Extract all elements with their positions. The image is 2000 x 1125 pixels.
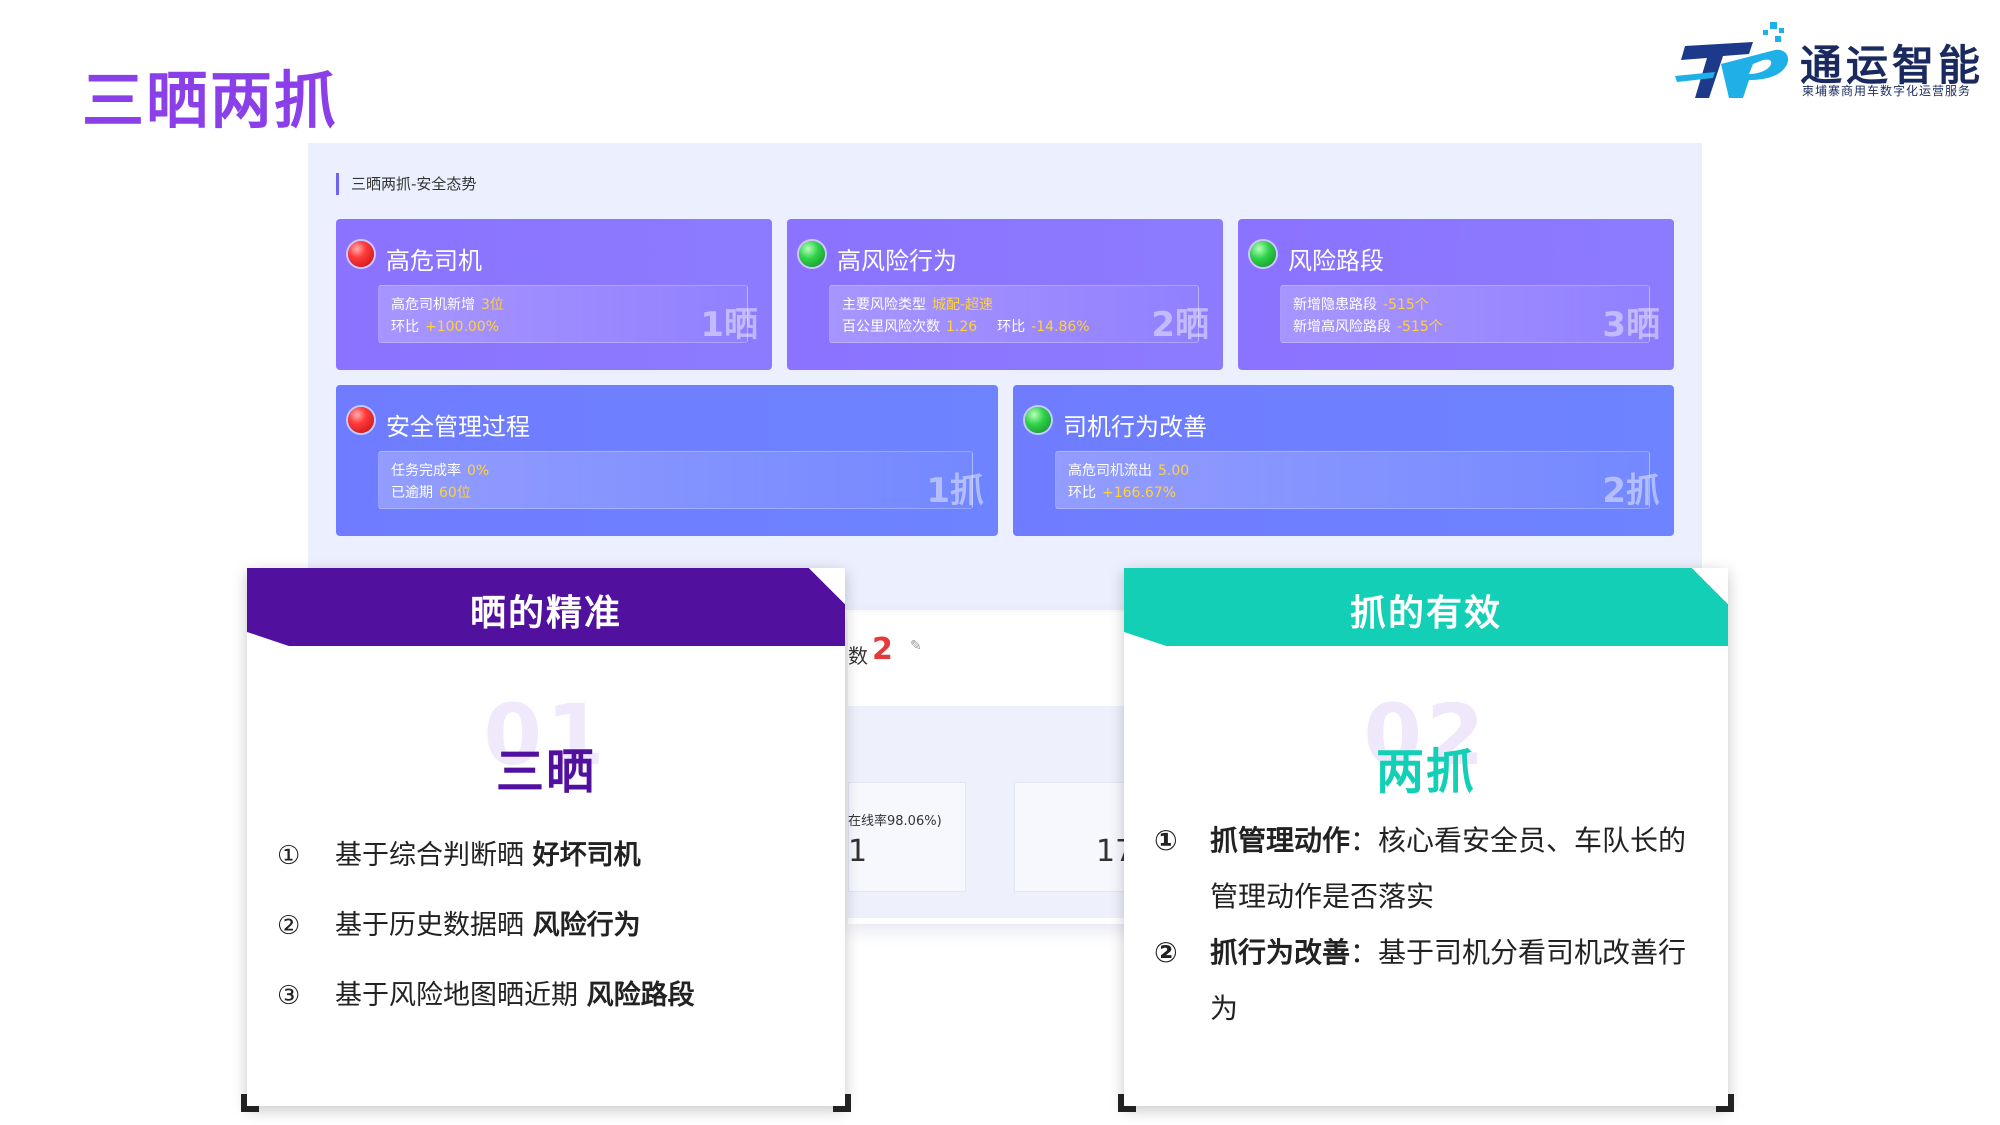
corner-bracket xyxy=(1118,1094,1136,1112)
page-title: 三晒两抓 xyxy=(82,64,339,137)
card-name: 高危司机 xyxy=(386,247,482,275)
card-safety-management[interactable]: 安全管理过程 任务完成率 0% 已逾期 60位 1抓 xyxy=(336,385,998,536)
metric-value: -515个 xyxy=(1383,297,1429,313)
metric-label: 环比 xyxy=(1068,485,1096,501)
item-text: 基于风险地图晒近期 xyxy=(335,980,587,1011)
panel-header-text: 晒的精准 xyxy=(469,593,622,634)
card-metrics: 新增隐患路段 -515个 新增高风险路段 -515个 xyxy=(1280,285,1650,343)
card-name: 司机行为改善 xyxy=(1063,413,1207,441)
panel-header-text: 抓的有效 xyxy=(1349,593,1502,634)
metric-value: 0% xyxy=(467,463,490,479)
safety-dashboard-screenshot: 三晒两抓-安全态势 高危司机 高危司机新增 3位 环比 +100.00% 1晒 高风… xyxy=(308,143,1702,610)
item-number: ② xyxy=(1154,936,1178,969)
list-item: ① 抓管理动作：核心看安全员、车队长的管理动作是否落实 xyxy=(1154,813,1694,925)
panel-header: 抓的有效 xyxy=(1124,568,1728,646)
card-step-label: 2抓 xyxy=(1602,471,1660,511)
metric-value: 城配-超速 xyxy=(932,297,994,313)
status-green-icon xyxy=(1250,241,1276,267)
dashboard-section-title: 三晒两抓-安全态势 xyxy=(336,173,476,195)
item-bold: 风险行为 xyxy=(532,910,641,941)
edit-icon[interactable]: ✎ xyxy=(910,638,922,654)
list-item: ③ 基于风险地图晒近期 风险路段 xyxy=(277,973,695,1012)
metric-label: 新增高风险路段 xyxy=(1293,319,1391,335)
item-number: ① xyxy=(277,841,301,871)
metric-label: 百公里风险次数 xyxy=(842,319,940,335)
list-item: ① 基于综合判断晒 好坏司机 xyxy=(277,833,641,872)
metric-value: +166.67% xyxy=(1102,485,1177,501)
metric-value: 3位 xyxy=(481,297,504,313)
metric-label: 高危司机流出 xyxy=(1068,463,1152,479)
panel-zhua: 抓的有效 02 两抓 ① 抓管理动作：核心看安全员、车队长的管理动作是否落实 ②… xyxy=(1118,568,1734,1112)
item-number: ③ xyxy=(277,981,301,1011)
item-bold: 抓管理动作 xyxy=(1210,824,1351,857)
card-name: 风险路段 xyxy=(1288,247,1384,275)
item-bold: 风险路段 xyxy=(586,980,695,1011)
panel-title: 两抓 xyxy=(1375,744,1476,800)
logo-mark-icon xyxy=(1675,22,1789,98)
list-item: ② 抓行为改善：基于司机分看司机改善行为 xyxy=(1154,925,1694,1037)
panel-shai: 晒的精准 01 三晒 ① 基于综合判断晒 好坏司机 ② 基于历史数据晒 风险行为 ③… xyxy=(241,568,851,1112)
card-step-label: 1抓 xyxy=(926,471,984,511)
metric-value: 5.00 xyxy=(1158,463,1190,479)
status-green-icon xyxy=(1025,407,1051,433)
card-step-label: 3晒 xyxy=(1602,305,1660,345)
card-name: 安全管理过程 xyxy=(386,413,530,441)
card-metrics: 高危司机流出 5.00 环比 +166.67% xyxy=(1055,451,1650,509)
count-value: 2 xyxy=(872,632,893,667)
item-bold: 抓行为改善 xyxy=(1210,936,1351,969)
metric-value: +100.00% xyxy=(425,319,500,335)
metric-value: -14.86% xyxy=(1031,319,1090,335)
card-step-label: 2晒 xyxy=(1151,305,1209,345)
card-driver-improvement[interactable]: 司机行为改善 高危司机流出 5.00 环比 +166.67% 2抓 xyxy=(1013,385,1674,536)
item-number: ① xyxy=(1154,824,1178,857)
card-metrics: 任务完成率 0% 已逾期 60位 xyxy=(378,451,973,509)
card-name: 高风险行为 xyxy=(837,247,957,275)
panel-title: 三晒 xyxy=(495,744,596,800)
corner-bracket xyxy=(241,1094,259,1112)
partial-dashboard-screenshot: 数 2 ✎ 在线率98.06%) 1 17 xyxy=(848,612,1138,924)
item-number: ② xyxy=(277,911,301,941)
item-bold: 好坏司机 xyxy=(532,840,641,871)
stat-number: 1 xyxy=(848,834,868,869)
item-text: 基于综合判断晒 xyxy=(335,840,533,871)
corner-bracket xyxy=(833,1094,851,1112)
card-metrics: 主要风险类型 城配-超速 百公里风险次数 1.26 环比 -14.86% xyxy=(829,285,1199,343)
card-high-risk-driver[interactable]: 高危司机 高危司机新增 3位 环比 +100.00% 1晒 xyxy=(336,219,772,370)
metric-value: 1.26 xyxy=(946,319,978,335)
list-item: ② 基于历史数据晒 风险行为 xyxy=(277,903,641,942)
corner-bracket xyxy=(1716,1094,1734,1112)
company-logo: 通运智能 柬埔寨商用车数字化运营服务 xyxy=(1675,20,1985,102)
status-green-icon xyxy=(799,241,825,267)
metric-label: 已逾期 xyxy=(391,485,433,501)
card-step-label: 1晒 xyxy=(700,305,758,345)
status-red-icon xyxy=(348,241,374,267)
status-red-icon xyxy=(348,407,374,433)
metric-label: 任务完成率 xyxy=(391,463,461,479)
card-metrics: 高危司机新增 3位 环比 +100.00% xyxy=(378,285,748,343)
panel-header: 晒的精准 xyxy=(247,568,845,646)
metric-value: -515个 xyxy=(1397,319,1443,335)
logo-subtitle: 柬埔寨商用车数字化运营服务 xyxy=(1802,84,1972,98)
card-risk-road[interactable]: 风险路段 新增隐患路段 -515个 新增高风险路段 -515个 3晒 xyxy=(1238,219,1674,370)
metric-label: 环比 xyxy=(391,319,419,335)
card-high-risk-behavior[interactable]: 高风险行为 主要风险类型 城配-超速 百公里风险次数 1.26 环比 -14.86% 2… xyxy=(787,219,1223,370)
online-rate: 在线率98.06%) xyxy=(848,814,942,829)
item-text: 基于历史数据晒 xyxy=(335,910,533,941)
metric-label: 高危司机新增 xyxy=(391,297,475,313)
metric-label: 新增隐患路段 xyxy=(1293,297,1377,313)
metric-label: 主要风险类型 xyxy=(842,297,926,313)
metric-value: 60位 xyxy=(439,485,471,501)
metric-label: 环比 xyxy=(997,319,1026,335)
count-label: 数 xyxy=(848,644,868,668)
